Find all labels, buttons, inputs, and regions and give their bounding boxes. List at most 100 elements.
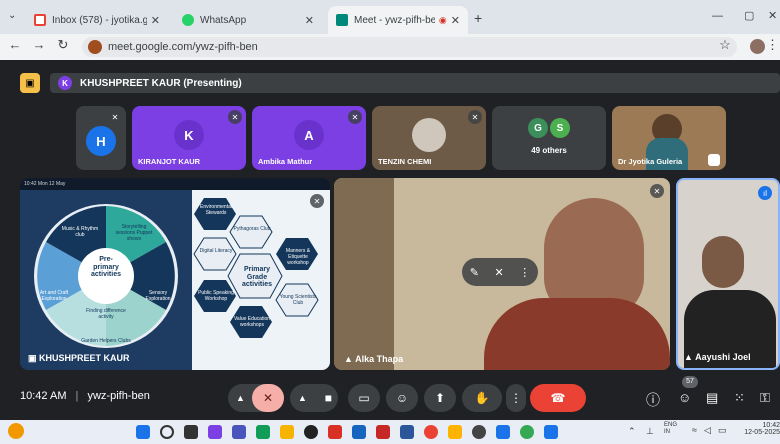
chrome-icon[interactable] <box>424 425 438 439</box>
more-options-icon[interactable]: ⋮ <box>519 266 530 279</box>
meet-icon <box>336 14 348 26</box>
leave-call-button[interactable]: ☎ <box>530 384 586 412</box>
participant-tile-aayushi[interactable]: ıl ▲ Aayushi Joel <box>676 178 780 370</box>
close-icon[interactable]: ✕ <box>451 14 460 27</box>
speaker-tile-alka[interactable]: ✎ ✕ ⋮ ✕ ▲ Alka Thapa <box>334 178 670 370</box>
tab-meet[interactable]: Meet - ywz-pifh-ben ◉ ✕ <box>328 6 468 34</box>
reload-icon[interactable]: ↻ <box>54 37 72 53</box>
word-icon[interactable] <box>400 425 414 439</box>
language-indicator[interactable]: ENG IN <box>664 422 677 436</box>
hexagon <box>229 215 273 249</box>
more-options-button[interactable]: ⋮ <box>506 384 526 412</box>
profile-avatar[interactable] <box>750 39 765 54</box>
primary-title: Primary Grade activities <box>242 266 272 289</box>
participant-name: Ambika Mathur <box>258 157 313 166</box>
mic-off-icon: ✕ <box>348 110 362 124</box>
hexagon <box>193 237 237 271</box>
app-icon[interactable] <box>352 425 366 439</box>
site-info-icon[interactable] <box>88 40 102 54</box>
forward-icon[interactable]: → <box>30 37 48 52</box>
mute-icon[interactable]: ✕ <box>494 266 503 279</box>
battery-icon[interactable]: ▭ <box>718 425 727 436</box>
camera-control[interactable]: ▲ ■ <box>290 384 338 412</box>
presenter-label: ▣ KHUSHPREET KAUR <box>28 353 130 363</box>
new-tab-button[interactable]: + <box>474 10 482 26</box>
pin-icon[interactable]: ⊥ <box>646 426 654 437</box>
pre-primary-panel: Pre- primary activities Music & Rhythm c… <box>20 190 192 370</box>
chat-icon[interactable]: ▤ <box>706 390 718 406</box>
slide-item: Manners & Etiquette workshop <box>285 248 311 266</box>
participant-tile-ambika[interactable]: A ✕ Ambika Mathur <box>252 106 366 170</box>
participant-tile-jyotika[interactable]: Dr Jyotika Guleria <box>612 106 726 170</box>
tab-whatsapp[interactable]: WhatsApp ✕ <box>174 6 322 34</box>
volume-icon[interactable]: ◁ <box>704 425 711 436</box>
camera-icon[interactable]: ■ <box>325 391 332 405</box>
chevron-up-icon[interactable]: ▲ <box>298 393 307 403</box>
weather-icon[interactable] <box>8 423 24 439</box>
participant-tile-h[interactable]: H ✕ <box>76 106 126 170</box>
app-icon[interactable] <box>472 425 486 439</box>
meeting-info: 10:42 AM | ywz-pifh-ben <box>20 390 150 402</box>
back-icon[interactable]: ← <box>6 37 24 52</box>
participant-name: Dr Jyotika Guleria <box>618 157 683 166</box>
tab-title: WhatsApp <box>200 14 247 26</box>
pin-icon[interactable] <box>708 154 720 166</box>
emoji-button[interactable]: ☺ <box>386 384 418 412</box>
chrome-profile-icon[interactable] <box>520 425 534 439</box>
menu-icon[interactable]: ⋮ <box>766 37 779 53</box>
app-icon[interactable] <box>496 425 510 439</box>
close-icon[interactable]: ✕ <box>305 14 314 27</box>
os-taskbar: ⌃ ⊥ ENG IN ≈ ◁ ▭ 10:42 12-05-2025 <box>0 420 780 444</box>
close-window-button[interactable]: ✕ <box>768 9 777 22</box>
app-icon[interactable] <box>304 425 318 439</box>
bookmark-star-icon[interactable]: ☆ <box>716 37 734 53</box>
address-bar[interactable]: meet.google.com/ywz-pifh-ben <box>82 37 737 57</box>
present-button[interactable]: ⬆ <box>424 384 456 412</box>
minimize-button[interactable]: — <box>712 10 723 22</box>
speaker-background <box>334 178 394 370</box>
host-controls-icon[interactable]: ⚿ <box>760 390 770 406</box>
app-icon[interactable] <box>544 425 558 439</box>
mic-off-icon: ✕ <box>108 110 122 124</box>
slide-item: Environmental Stewards <box>200 204 232 216</box>
app-icon[interactable] <box>448 425 462 439</box>
chevron-up-icon[interactable]: ▲ <box>236 393 245 403</box>
start-icon[interactable] <box>136 425 150 439</box>
tab-gmail[interactable]: Inbox (578) - jyotika.guleria@c ✕ <box>26 6 168 34</box>
tile-overlay-controls[interactable]: ✎ ✕ ⋮ <box>462 258 538 286</box>
mic-off-button[interactable]: ✕ <box>252 384 284 412</box>
wifi-icon[interactable]: ≈ <box>692 425 697 435</box>
activities-icon[interactable]: ⁙ <box>734 390 745 406</box>
app-icon[interactable] <box>256 425 270 439</box>
chevron-up-icon[interactable]: ⌃ <box>628 426 636 437</box>
captions-button[interactable]: ▭ <box>348 384 380 412</box>
tab-search-icon[interactable]: ⌄ <box>8 10 16 21</box>
participant-tile-tenzin[interactable]: ✕ TENZIN CHEMI <box>372 106 486 170</box>
others-tile[interactable]: G S 49 others <box>492 106 606 170</box>
meeting-details-icon[interactable]: ⓘ <box>646 390 660 410</box>
teams-icon[interactable] <box>232 425 246 439</box>
task-view-icon[interactable] <box>184 425 198 439</box>
raise-hand-button[interactable]: ✋ <box>462 384 502 412</box>
participant-tile-kiranjot[interactable]: K ✕ KIRANJOT KAUR <box>132 106 246 170</box>
mic-control[interactable]: ▲ ✕ <box>228 384 284 412</box>
file-explorer-icon[interactable] <box>280 425 294 439</box>
maximize-button[interactable]: ▢ <box>744 9 754 22</box>
presenter-banner-text: KHUSHPREET KAUR (Presenting) <box>80 77 242 89</box>
mic-off-icon: ✕ <box>310 194 324 208</box>
pin-icon[interactable]: ✎ <box>470 266 479 279</box>
recording-icon: ◉ <box>438 14 447 25</box>
slide-timestamp: 10:42 Mon 12 May <box>20 178 330 190</box>
app-icon[interactable] <box>376 425 390 439</box>
close-icon[interactable]: ✕ <box>151 14 160 27</box>
app-icon[interactable] <box>328 425 342 439</box>
others-avatar: S <box>550 118 570 138</box>
presentation-icon[interactable]: ▣ <box>20 73 40 93</box>
clock[interactable]: 10:42 12-05-2025 <box>732 422 780 436</box>
search-icon[interactable] <box>160 425 174 439</box>
widgets-icon[interactable] <box>208 425 222 439</box>
slide-item: Value Education workshops <box>233 316 271 328</box>
gmail-icon <box>34 14 46 26</box>
people-icon[interactable]: ☺ <box>678 390 691 405</box>
presentation-tile[interactable]: 10:42 Mon 12 May Pre- primary activities… <box>20 178 330 370</box>
